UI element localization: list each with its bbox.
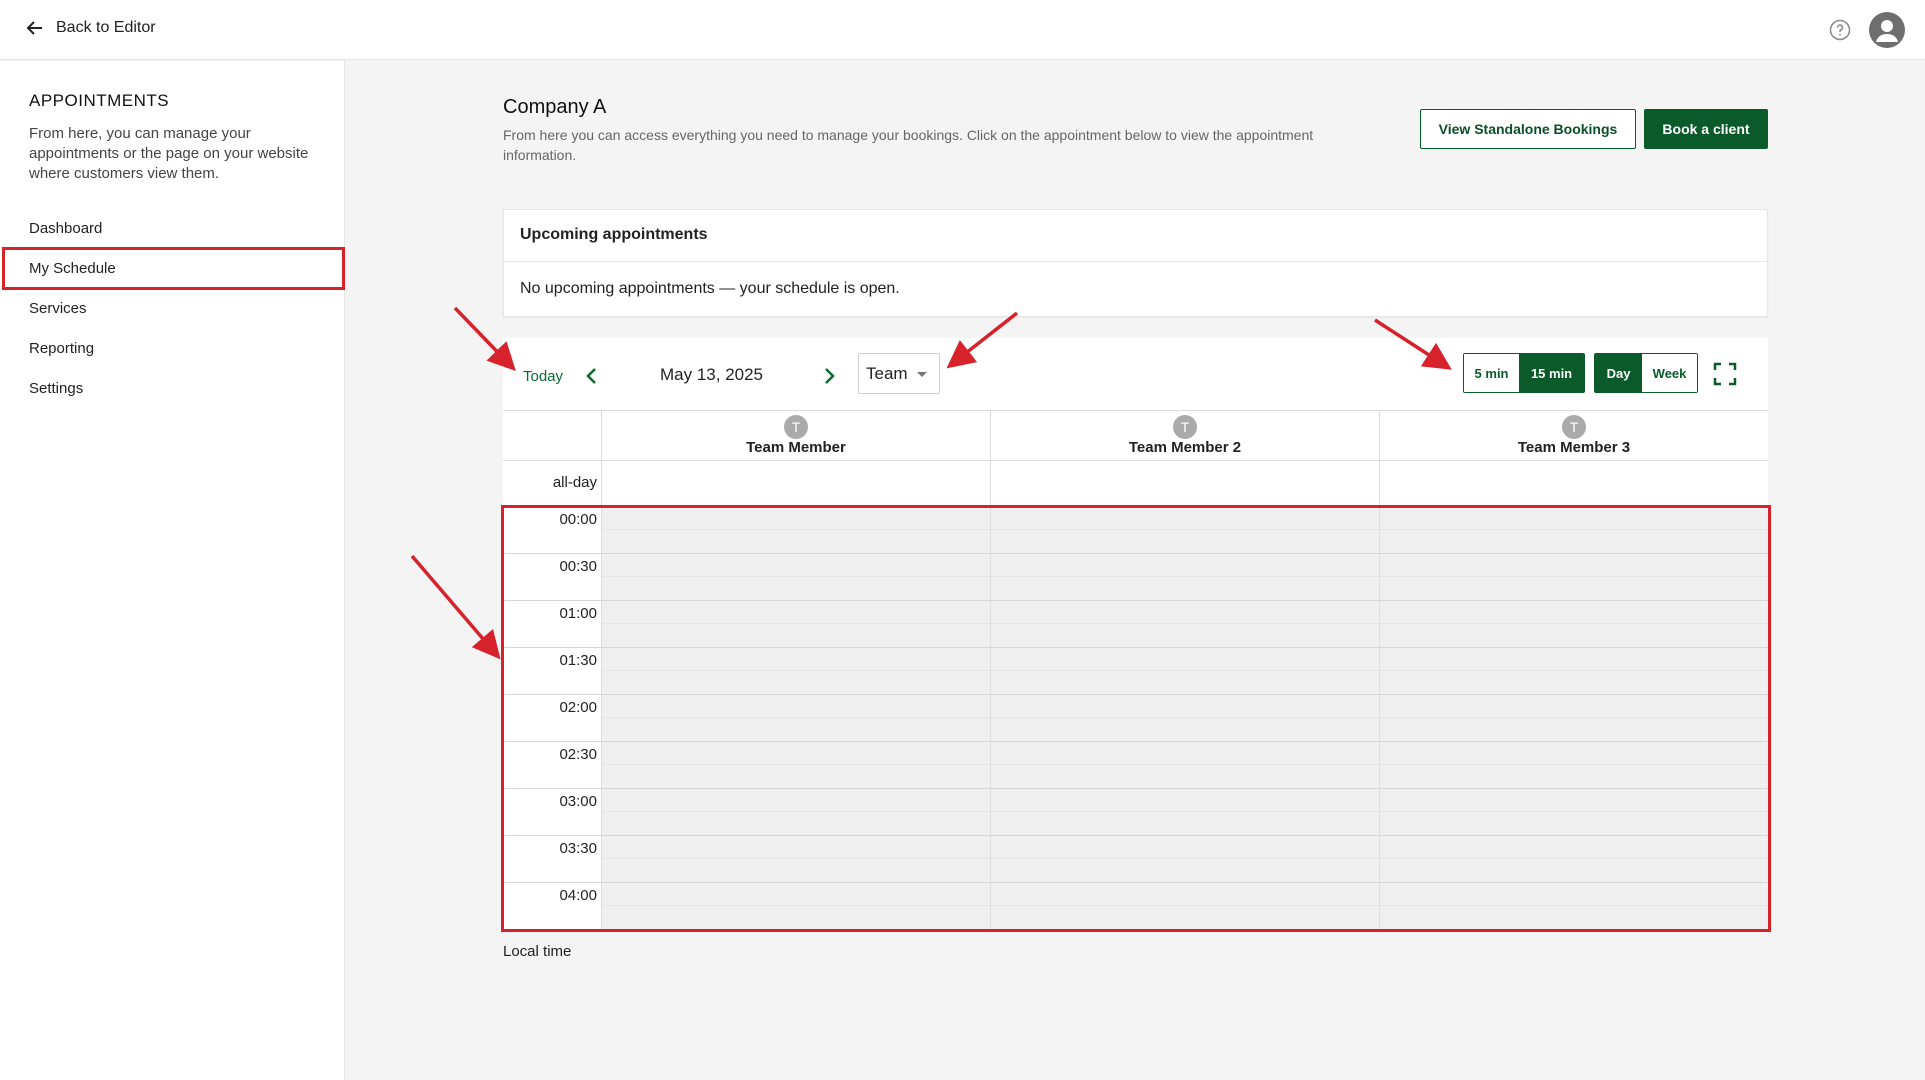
quarter-line [601,858,1768,859]
quarter-line [601,529,1768,530]
view-select-value: Team [866,364,908,383]
range-day-button[interactable]: Day [1595,354,1643,392]
member-name: Team Member 2 [1128,439,1242,456]
back-to-editor-link[interactable]: Back to Editor [26,19,156,37]
quarter-line [601,905,1768,906]
column-divider [601,506,602,929]
time-label: 01:00 [559,605,597,622]
column-divider [1379,506,1380,929]
sidebar-description: From here, you can manage your appointme… [29,125,309,182]
back-label: Back to Editor [56,19,156,36]
time-label: 02:30 [559,746,597,763]
range-week-button[interactable]: Week [1642,354,1697,392]
arrow-left-icon [26,21,42,35]
page-description: From here you can access everything you … [503,127,1314,163]
time-label: 00:30 [559,558,597,575]
interval-15min-button[interactable]: 15 min [1519,354,1584,392]
hour-line [503,506,1768,507]
help-icon[interactable] [1829,19,1851,41]
quarter-line [601,576,1768,577]
upcoming-title: Upcoming appointments [504,210,1767,262]
sidebar-item-settings[interactable]: Settings [29,380,83,397]
allday-divider [1379,460,1380,506]
member-avatar: T [784,415,808,439]
time-label: 04:00 [559,887,597,904]
interval-5min-button[interactable]: 5 min [1464,354,1520,392]
hour-line [503,741,1768,742]
hour-line [503,647,1768,648]
sidebar-item-services[interactable]: Services [29,300,87,317]
local-time-label: Local time [503,943,572,960]
hour-line [503,600,1768,601]
hour-line [503,882,1768,883]
allday-label: all-day [552,474,597,491]
top-bar: Back to Editor [0,0,1925,60]
allday-divider [990,460,991,506]
column-header: T Team Member 2 [990,410,1379,460]
quarter-line [601,811,1768,812]
quarter-line [601,623,1768,624]
hour-line [503,694,1768,695]
interval-toggle: 5 min 15 min [1463,353,1585,393]
current-date: May 13, 2025 [660,365,764,384]
view-select[interactable]: Team [858,353,940,394]
user-avatar[interactable] [1869,12,1905,48]
range-toggle: Day Week [1594,353,1698,393]
upcoming-message: No upcoming appointments — your schedule… [520,280,900,297]
today-button[interactable]: Today [523,368,563,385]
quarter-line [601,717,1768,718]
hour-line [503,835,1768,836]
time-label: 02:00 [559,699,597,716]
sidebar-item-reporting[interactable]: Reporting [29,340,94,357]
time-label: 03:30 [559,840,597,857]
page-title: Company A [503,96,607,118]
time-label: 01:30 [559,652,597,669]
column-header: T Team Member 3 [1379,410,1768,460]
hour-line [503,788,1768,789]
quarter-line [601,764,1768,765]
time-slots[interactable]: 00:00 00:30 01:00 01:30 02:00 02:30 03:0… [503,506,1768,929]
column-divider [990,506,991,929]
chevron-left-icon[interactable] [583,366,601,386]
member-avatar: T [1562,415,1586,439]
book-client-button[interactable]: Book a client [1644,109,1768,149]
highlight-box-my-schedule [2,247,345,290]
quarter-line [601,670,1768,671]
allday-divider [601,460,602,506]
sidebar: APPOINTMENTS From here, you can manage y… [0,61,345,1080]
user-icon [1876,20,1898,42]
fullscreen-icon[interactable] [1713,362,1737,386]
member-name: Team Member 3 [1517,439,1631,456]
chevron-right-icon[interactable] [820,366,838,386]
upcoming-appointments-card: Upcoming appointments No upcoming appoin… [503,209,1768,317]
sidebar-item-dashboard[interactable]: Dashboard [29,220,102,237]
hour-line [503,553,1768,554]
calendar-grid: T Team Member T Team Member 2 T Team Mem… [503,410,1768,930]
column-header: T Team Member [601,410,990,460]
member-avatar: T [1173,415,1197,439]
view-standalone-bookings-button[interactable]: View Standalone Bookings [1420,109,1636,149]
arrow-to-time-grid [410,554,501,660]
member-name: Team Member [746,439,846,456]
caret-down-icon [917,372,927,377]
sidebar-title: APPOINTMENTS [29,91,170,110]
time-label: 00:00 [559,511,597,528]
calendar: Today May 13, 2025 Team 5 min 15 min Day… [503,338,1768,930]
time-label: 03:00 [559,793,597,810]
header-divider [503,460,1768,461]
